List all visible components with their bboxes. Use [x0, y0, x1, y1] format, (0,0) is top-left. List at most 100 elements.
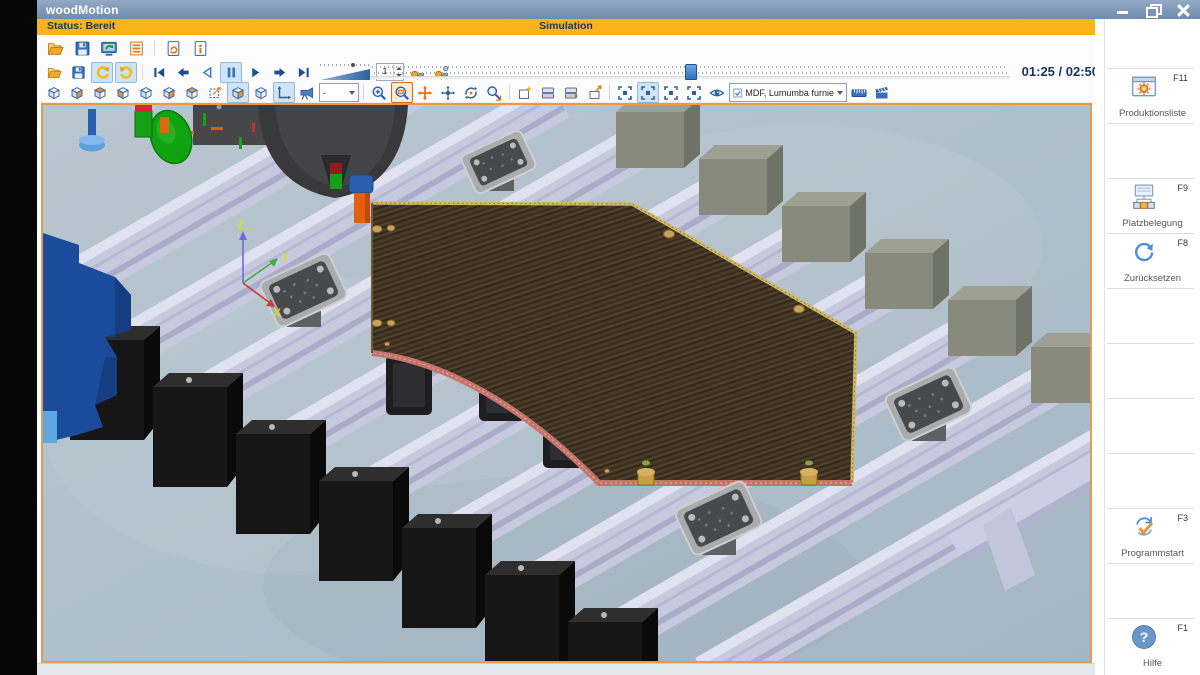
camera-view-icon[interactable] — [296, 82, 318, 103]
fit-selection-icon[interactable] — [614, 82, 636, 103]
camera-select[interactable]: - — [319, 83, 359, 102]
part-stack-arrow-icon[interactable] — [560, 82, 582, 103]
window-controls — [1116, 0, 1190, 19]
simulation-settings-button[interactable] — [97, 36, 121, 60]
sidebar-button-platzbelegung[interactable]: F9 Platzbelegung — [1105, 178, 1200, 233]
fit-all-icon[interactable] — [660, 82, 682, 103]
visibility-eye-icon[interactable] — [706, 82, 728, 103]
redo-button[interactable] — [115, 62, 137, 83]
speed-slider-ticks — [320, 64, 370, 66]
ruler-icon[interactable] — [848, 82, 870, 103]
status-bar: Status: Bereit Simulation — [37, 19, 1095, 35]
zoom-dynamic-icon[interactable] — [483, 82, 505, 103]
zoom-window-icon[interactable] — [391, 82, 413, 103]
timeline-handle[interactable] — [685, 64, 697, 80]
pause-button[interactable] — [220, 62, 242, 83]
view-plain-cube-icon[interactable] — [250, 82, 272, 103]
sidebar-button-hilfe[interactable]: F1 ? Hilfe — [1105, 618, 1200, 673]
sidebar-button-label: Programmstart — [1105, 548, 1200, 559]
mode-label: Simulation — [37, 20, 1095, 32]
view-3d-cube-icon[interactable] — [227, 82, 249, 103]
separator — [154, 41, 155, 56]
fkey-label: F11 — [1173, 73, 1188, 83]
pan-icon[interactable] — [414, 82, 436, 103]
restore-icon[interactable] — [1146, 4, 1160, 16]
file-toolbar — [37, 35, 1095, 61]
close-icon[interactable] — [1176, 4, 1190, 16]
material-select[interactable]: MDF, Lumumba furniert — [729, 83, 847, 102]
screen: woodMotion Status: Bereit Simulation — [0, 0, 1200, 675]
fkey-label: F8 — [1177, 238, 1188, 248]
step-back-button[interactable] — [172, 62, 194, 83]
woodmotion-window: woodMotion Status: Bereit Simulation — [37, 0, 1200, 675]
help-question-glyph: ? — [1132, 625, 1156, 649]
program-start-icon — [1131, 514, 1157, 540]
file-refresh-button[interactable] — [161, 36, 185, 60]
speed-slider-marker[interactable] — [351, 63, 355, 67]
playback-toolbar: 1 01:25 / 02:50 — [37, 61, 1095, 83]
time-display: 01:25 / 02:50 — [1013, 64, 1099, 79]
axes-toggle-icon[interactable] — [273, 82, 295, 103]
view-iso-cube-icon[interactable] — [181, 82, 203, 103]
chevron-down-icon — [349, 91, 355, 95]
speed-slider[interactable] — [320, 64, 370, 80]
part-export-icon[interactable] — [583, 82, 605, 103]
view-bottom-cube-icon[interactable] — [112, 82, 134, 103]
rotate-view-icon[interactable] — [460, 82, 482, 103]
bottom-strip — [37, 663, 1095, 675]
play-backward-button[interactable] — [196, 62, 218, 83]
minimize-icon[interactable] — [1116, 4, 1130, 16]
speed-slider-ramp — [320, 69, 370, 80]
zoom-in-icon[interactable] — [368, 82, 390, 103]
undo-button[interactable] — [91, 62, 113, 83]
view-top-cube-icon[interactable] — [89, 82, 111, 103]
separator — [609, 85, 610, 100]
axis-label-y: Y — [281, 250, 289, 264]
sidebar-button-programmstart[interactable]: F3 Programmstart — [1105, 508, 1200, 563]
separator — [142, 65, 143, 80]
reset-icon — [1131, 239, 1157, 265]
save-button[interactable] — [70, 36, 94, 60]
sidebar-button-produktionsliste[interactable]: F11 Produktionsliste — [1105, 68, 1200, 123]
axis-label-z: Z — [237, 218, 244, 232]
timeline-scrubber[interactable] — [370, 64, 1010, 81]
help-icon: ? — [1131, 624, 1157, 650]
file-info-button[interactable] — [188, 36, 212, 60]
center-view-icon[interactable] — [437, 82, 459, 103]
title-bar[interactable]: woodMotion — [37, 0, 1200, 19]
function-sidebar: F11 Produktionsliste F9 Platzbelegung F8… — [1095, 19, 1200, 675]
fit-window-icon[interactable] — [683, 82, 705, 103]
new-part-icon[interactable] — [514, 82, 536, 103]
save-button-2[interactable] — [67, 62, 89, 83]
open-file-button-2[interactable] — [43, 62, 65, 83]
separator — [363, 85, 364, 100]
fit-part-icon[interactable] — [637, 82, 659, 103]
sidebar-button-label: Platzbelegung — [1105, 218, 1200, 229]
skip-start-button[interactable] — [148, 62, 170, 83]
view-perspective-icon[interactable] — [204, 82, 226, 103]
view-back-cube-icon[interactable] — [66, 82, 88, 103]
view-front-cube-icon[interactable] — [43, 82, 65, 103]
sidebar-button-label: Zurücksetzen — [1105, 273, 1200, 284]
view-left-cube-icon[interactable] — [135, 82, 157, 103]
step-forward-button[interactable] — [268, 62, 290, 83]
sidebar-button-zuruecksetzen[interactable]: F8 Zurücksetzen — [1105, 233, 1200, 288]
placement-icon — [1131, 184, 1157, 210]
fkey-label: F1 — [1177, 623, 1188, 633]
production-list-window-icon — [1131, 74, 1157, 100]
open-file-button[interactable] — [43, 36, 67, 60]
material-check-icon — [733, 88, 742, 98]
camera-select-value: - — [323, 88, 326, 98]
view-right-cube-icon[interactable] — [158, 82, 180, 103]
material-select-value: MDF, Lumumba furniert — [745, 88, 834, 98]
part-stack-icon[interactable] — [537, 82, 559, 103]
record-clapper-icon[interactable] — [871, 82, 893, 103]
separator — [509, 85, 510, 100]
chevron-down-icon — [837, 91, 843, 95]
simulation-viewport[interactable]: Z Y X — [41, 103, 1092, 663]
skip-end-button[interactable] — [292, 62, 314, 83]
play-button[interactable] — [244, 62, 266, 83]
production-list-button[interactable] — [124, 36, 148, 60]
sidebar-button-label: Produktionsliste — [1105, 108, 1200, 119]
sidebar-button-label: Hilfe — [1105, 658, 1200, 669]
